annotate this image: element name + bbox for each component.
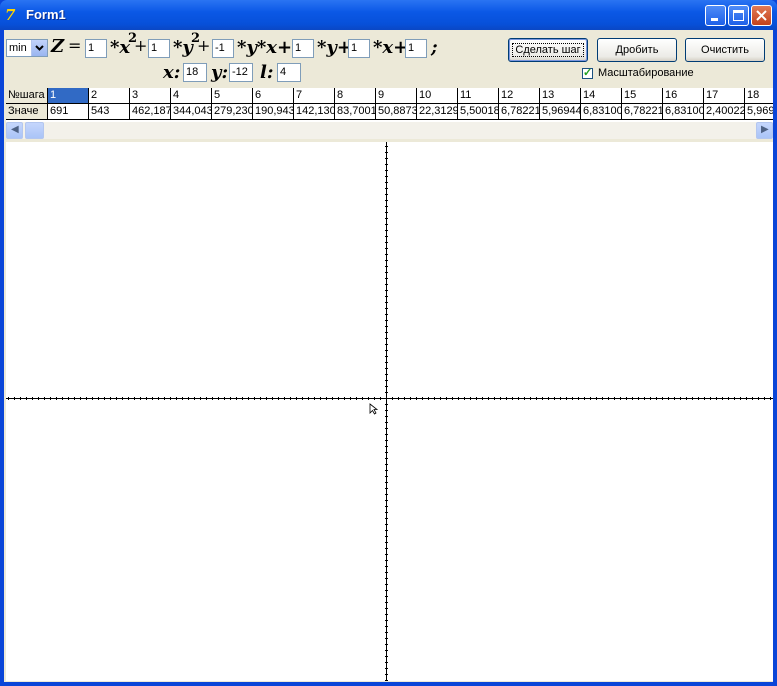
steps-grid[interactable]: №шага 1 2 3 4 5 6 7 8 9 10 11 12 13 14 15 16 17 18 Значе 69… (6, 88, 773, 122)
plus-sign: + (197, 36, 211, 55)
term-x: *x+ (373, 37, 409, 58)
y-input[interactable]: -12 (229, 63, 253, 82)
grid-cell-step[interactable]: 4 (171, 88, 212, 104)
plus-sign: + (134, 36, 148, 55)
coef-y2-input[interactable]: 1 (148, 39, 170, 58)
grid-cell-step[interactable]: 12 (499, 88, 540, 104)
grid-row-header: Значе (6, 104, 48, 120)
grid-cell-value[interactable]: 543 (89, 104, 130, 120)
minimize-icon (711, 18, 718, 21)
grid-cell-step[interactable]: 3 (130, 88, 171, 104)
plot-canvas[interactable] (6, 142, 773, 681)
term-y: *y+ (317, 37, 352, 58)
grid-cell-value[interactable]: 83,7001 (335, 104, 376, 120)
maximize-icon (733, 10, 744, 21)
x-input[interactable]: 18 (183, 63, 207, 82)
title-bar[interactable]: 7 Form1 (0, 0, 777, 30)
scaling-checkbox[interactable]: ✓ (582, 67, 593, 79)
grid-cell-value[interactable]: 2,40022 (704, 104, 745, 120)
grid-cell-step[interactable]: 6 (253, 88, 294, 104)
grid-cell-value[interactable]: 279,230 (212, 104, 253, 120)
scroll-right-button[interactable]: ▶ (756, 122, 773, 139)
grid-cell-value[interactable]: 50,8873 (376, 104, 417, 120)
grid-cell-value[interactable]: 6,78221 (499, 104, 540, 120)
coef-xy-input[interactable]: -1 (212, 39, 234, 58)
grid-cell-value[interactable]: 6,78221 (622, 104, 663, 120)
grid-cell-step[interactable]: 9 (376, 88, 417, 104)
minimize-button[interactable] (705, 5, 726, 26)
arrow-left-icon: ◀ (11, 124, 19, 135)
main-window: 7 Form1 min Z = 1 *x 2 + 1 *y 2 + -1 *y*… (0, 0, 777, 686)
y-label: y: (211, 62, 229, 83)
grid-cell-value[interactable]: 5,969 (745, 104, 773, 120)
coef-y-input[interactable]: 1 (292, 39, 314, 58)
grid-cell-step[interactable]: 8 (335, 88, 376, 104)
x-label: x: (163, 62, 181, 83)
axes-svg (6, 142, 773, 681)
horizontal-scrollbar[interactable]: ◀ ▶ (6, 122, 773, 139)
grid-cell-value[interactable]: 344,043 (171, 104, 212, 120)
z-label: Z (51, 36, 65, 57)
scroll-left-button[interactable]: ◀ (6, 122, 23, 139)
mode-select[interactable]: min (6, 39, 48, 57)
coef-x-input[interactable]: 1 (348, 39, 370, 58)
grid-cell-step[interactable]: 18 (745, 88, 773, 104)
formula-panel: min Z = 1 *x 2 + 1 *y 2 + -1 *y*x+ 1 *y+… (4, 30, 773, 88)
grid-cell-step[interactable]: 16 (663, 88, 704, 104)
const-input[interactable]: 1 (405, 39, 427, 58)
grid-cell-step[interactable]: 5 (212, 88, 253, 104)
coef-x2-input[interactable]: 1 (85, 39, 107, 58)
window-title: Form1 (26, 7, 66, 22)
client-area: min Z = 1 *x 2 + 1 *y 2 + -1 *y*x+ 1 *y+… (4, 30, 773, 682)
chevron-down-icon[interactable] (31, 40, 47, 56)
grid-cell-value[interactable]: 22,3129 (417, 104, 458, 120)
arrow-right-icon: ▶ (761, 124, 769, 135)
term-xy: *y*x+ (237, 37, 293, 58)
grid-cell-value[interactable]: 6,83100 (581, 104, 622, 120)
grid-cell-value[interactable]: 6,83100 (663, 104, 704, 120)
l-label: l: (260, 62, 274, 83)
mode-select-value: min (9, 42, 27, 54)
equals-sign: = (68, 36, 82, 55)
grid-cell-step[interactable]: 17 (704, 88, 745, 104)
grid-cell-step[interactable]: 1 (48, 88, 89, 104)
app-icon[interactable]: 7 (5, 7, 23, 23)
split-button[interactable]: Дробить (597, 38, 677, 62)
scroll-thumb[interactable] (25, 122, 44, 139)
grid-cell-step[interactable]: 7 (294, 88, 335, 104)
l-input[interactable]: 4 (277, 63, 301, 82)
check-icon: ✓ (583, 67, 593, 79)
semicolon: ; (431, 37, 438, 58)
grid-cell-step[interactable]: 14 (581, 88, 622, 104)
grid-row-header: №шага (6, 88, 48, 104)
grid-cell-value[interactable]: 5,96944 (540, 104, 581, 120)
grid-cell-step[interactable]: 11 (458, 88, 499, 104)
grid-cell-value[interactable]: 691 (48, 104, 89, 120)
grid-cell-value[interactable]: 5,50018 (458, 104, 499, 120)
close-icon (756, 10, 767, 21)
close-button[interactable] (751, 5, 772, 26)
mouse-pointer-icon (369, 403, 379, 415)
step-button[interactable]: Сделать шаг (508, 38, 588, 62)
grid-cell-value[interactable]: 190,943 (253, 104, 294, 120)
grid-cell-step[interactable]: 15 (622, 88, 663, 104)
maximize-button[interactable] (728, 5, 749, 26)
grid-cell-value[interactable]: 462,187 (130, 104, 171, 120)
scaling-label: Масштабирование (598, 67, 694, 79)
grid-cell-step[interactable]: 10 (417, 88, 458, 104)
grid-cell-step[interactable]: 13 (540, 88, 581, 104)
term-y2: *y (173, 37, 193, 58)
grid-cell-value[interactable]: 142,130 (294, 104, 335, 120)
grid-cell-step[interactable]: 2 (89, 88, 130, 104)
clear-button[interactable]: Очистить (685, 38, 765, 62)
